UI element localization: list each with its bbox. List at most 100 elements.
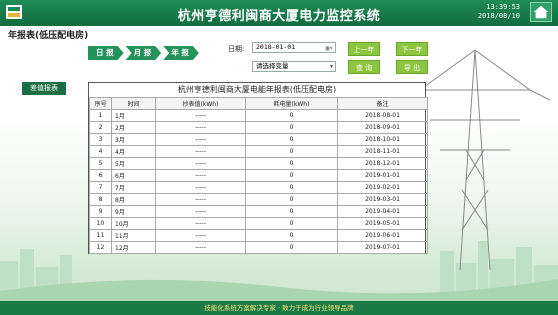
cell-consumption: 0: [245, 109, 338, 122]
cell-remark: 2018-11-01: [337, 145, 428, 158]
cell-time: 6月: [111, 169, 156, 182]
cell-index: 2: [89, 121, 112, 134]
chevron-down-icon: ▾: [329, 63, 333, 70]
table-row: 1 1月 ----- 0 2018-08-01: [89, 109, 428, 122]
tab-monthly-report[interactable]: 月 报: [126, 46, 162, 60]
cell-remark: 2019-02-01: [337, 181, 428, 194]
cell-remark: 2019-04-01: [337, 205, 428, 218]
cell-remark: 2018-12-01: [337, 157, 428, 170]
cell-remark: 2018-09-01: [337, 121, 428, 134]
cell-consumption: 0: [245, 181, 338, 194]
table-row: 10 10月 ----- 0 2019-05-01: [89, 217, 428, 230]
prev-year-button[interactable]: 上一年: [348, 42, 380, 56]
cell-time: 3月: [111, 133, 156, 146]
report-type-tabs: 日 报 月 报 年 报: [88, 46, 201, 60]
cell-time: 10月: [111, 217, 156, 230]
cell-remark: 2018-10-01: [337, 133, 428, 146]
cell-meter-reading: -----: [155, 229, 246, 242]
report-table-body: 1 1月 ----- 0 2018-08-01 2 2月 ----- 0 2018-09-01 3 3…: [89, 109, 428, 254]
table-row: 12 12月 ----- 0 2019-07-01: [89, 241, 428, 254]
cell-remark: 2019-07-01: [337, 241, 428, 254]
app-title: 杭州亨德利闽商大厦电力监控系统: [177, 9, 381, 24]
tab-yearly-report[interactable]: 年 报: [163, 46, 199, 60]
cell-consumption: 0: [245, 121, 338, 134]
table-row: 2 2月 ----- 0 2018-09-01: [89, 121, 428, 134]
table-row: 9 9月 ----- 0 2019-04-01: [89, 205, 428, 218]
cell-index: 8: [89, 193, 112, 206]
export-button[interactable]: 导 出: [396, 60, 428, 74]
cell-meter-reading: -----: [155, 217, 246, 230]
cell-consumption: 0: [245, 193, 338, 206]
cell-remark: 2019-06-01: [337, 229, 428, 242]
cell-time: 4月: [111, 145, 156, 158]
report-table: 序号 时间 抄表值(kWh) 耗电量(kWh) 备注 1 1月 ----- 0 2018…: [89, 97, 428, 254]
table-row: 3 3月 ----- 0 2018-10-01: [89, 133, 428, 146]
home-icon: [533, 5, 549, 19]
report-title: 杭州亨德利闽商大厦电能年报表(低压配电房): [177, 85, 337, 94]
cell-meter-reading: -----: [155, 241, 246, 254]
cell-meter-reading: -----: [155, 133, 246, 146]
table-row: 4 4月 ----- 0 2018-11-01: [89, 145, 428, 158]
col-header-index: 序号: [89, 97, 112, 110]
cell-meter-reading: -----: [155, 109, 246, 122]
date-value: 2018-01-01: [256, 43, 296, 51]
cell-index: 3: [89, 133, 112, 146]
next-year-button[interactable]: 下一年: [396, 42, 428, 56]
cell-meter-reading: -----: [155, 157, 246, 170]
cell-remark: 2019-05-01: [337, 217, 428, 230]
footer-slogan: 技能化系统方案解决专家 · 致力于成为行业领导品牌: [0, 301, 558, 315]
cell-index: 10: [89, 217, 112, 230]
cell-time: 7月: [111, 181, 156, 194]
cell-consumption: 0: [245, 145, 338, 158]
top-bar: 杭州亨德利闽商大厦电力监控系统 13:39:53 2018/08/10: [0, 0, 558, 26]
cell-time: 11月: [111, 229, 156, 242]
cell-consumption: 0: [245, 205, 338, 218]
cell-consumption: 0: [245, 229, 338, 242]
report-panel: 杭州亨德利闽商大厦电能年报表(低压配电房) 序号 时间 抄表值(kWh) 耗电量…: [88, 82, 428, 254]
calendar-icon[interactable]: ▦▾: [326, 44, 333, 53]
table-row: 5 5月 ----- 0 2018-12-01: [89, 157, 428, 170]
cell-time: 12月: [111, 241, 156, 254]
cell-time: 2月: [111, 121, 156, 134]
cell-index: 6: [89, 169, 112, 182]
cell-time: 5月: [111, 157, 156, 170]
table-row: 7 7月 ----- 0 2019-02-01: [89, 181, 428, 194]
home-button[interactable]: [530, 2, 552, 22]
cell-meter-reading: -----: [155, 169, 246, 182]
cell-meter-reading: -----: [155, 121, 246, 134]
cell-meter-reading: -----: [155, 181, 246, 194]
col-header-time: 时间: [111, 97, 156, 110]
clock-date: 2018/08/10: [477, 12, 520, 20]
date-input[interactable]: 2018-01-01 ▦▾: [252, 42, 336, 53]
cell-index: 9: [89, 205, 112, 218]
cell-index: 11: [89, 229, 112, 242]
col-header-meter-reading: 抄表值(kWh): [155, 97, 246, 110]
col-header-consumption: 耗电量(kWh): [245, 97, 338, 110]
cell-index: 5: [89, 157, 112, 170]
cell-consumption: 0: [245, 241, 338, 254]
clock-time: 13:39:53: [486, 3, 520, 11]
cell-time: 9月: [111, 205, 156, 218]
cell-remark: 2019-03-01: [337, 193, 428, 206]
page-title: 年报表(低压配电房): [8, 31, 89, 41]
cell-meter-reading: -----: [155, 205, 246, 218]
table-row: 11 11月 ----- 0 2019-06-01: [89, 229, 428, 242]
cell-time: 1月: [111, 109, 156, 122]
table-header-row: 序号 时间 抄表值(kWh) 耗电量(kWh) 备注: [89, 97, 428, 110]
tab-daily-report[interactable]: 日 报: [88, 46, 124, 60]
variable-select[interactable]: 请选择变量 ▾: [252, 61, 336, 72]
clock: 13:39:53 2018/08/10: [478, 3, 520, 21]
cell-index: 1: [89, 109, 112, 122]
cell-consumption: 0: [245, 157, 338, 170]
cell-index: 12: [89, 241, 112, 254]
cell-consumption: 0: [245, 217, 338, 230]
query-button[interactable]: 查 询: [348, 60, 380, 74]
diff-report-button[interactable]: 差值报表: [22, 82, 66, 95]
table-row: 6 6月 ----- 0 2019-01-01: [89, 169, 428, 182]
date-label: 日期:: [228, 45, 245, 53]
cell-consumption: 0: [245, 133, 338, 146]
cell-time: 8月: [111, 193, 156, 206]
cell-remark: 2019-01-01: [337, 169, 428, 182]
cell-meter-reading: -----: [155, 145, 246, 158]
cell-index: 7: [89, 181, 112, 194]
